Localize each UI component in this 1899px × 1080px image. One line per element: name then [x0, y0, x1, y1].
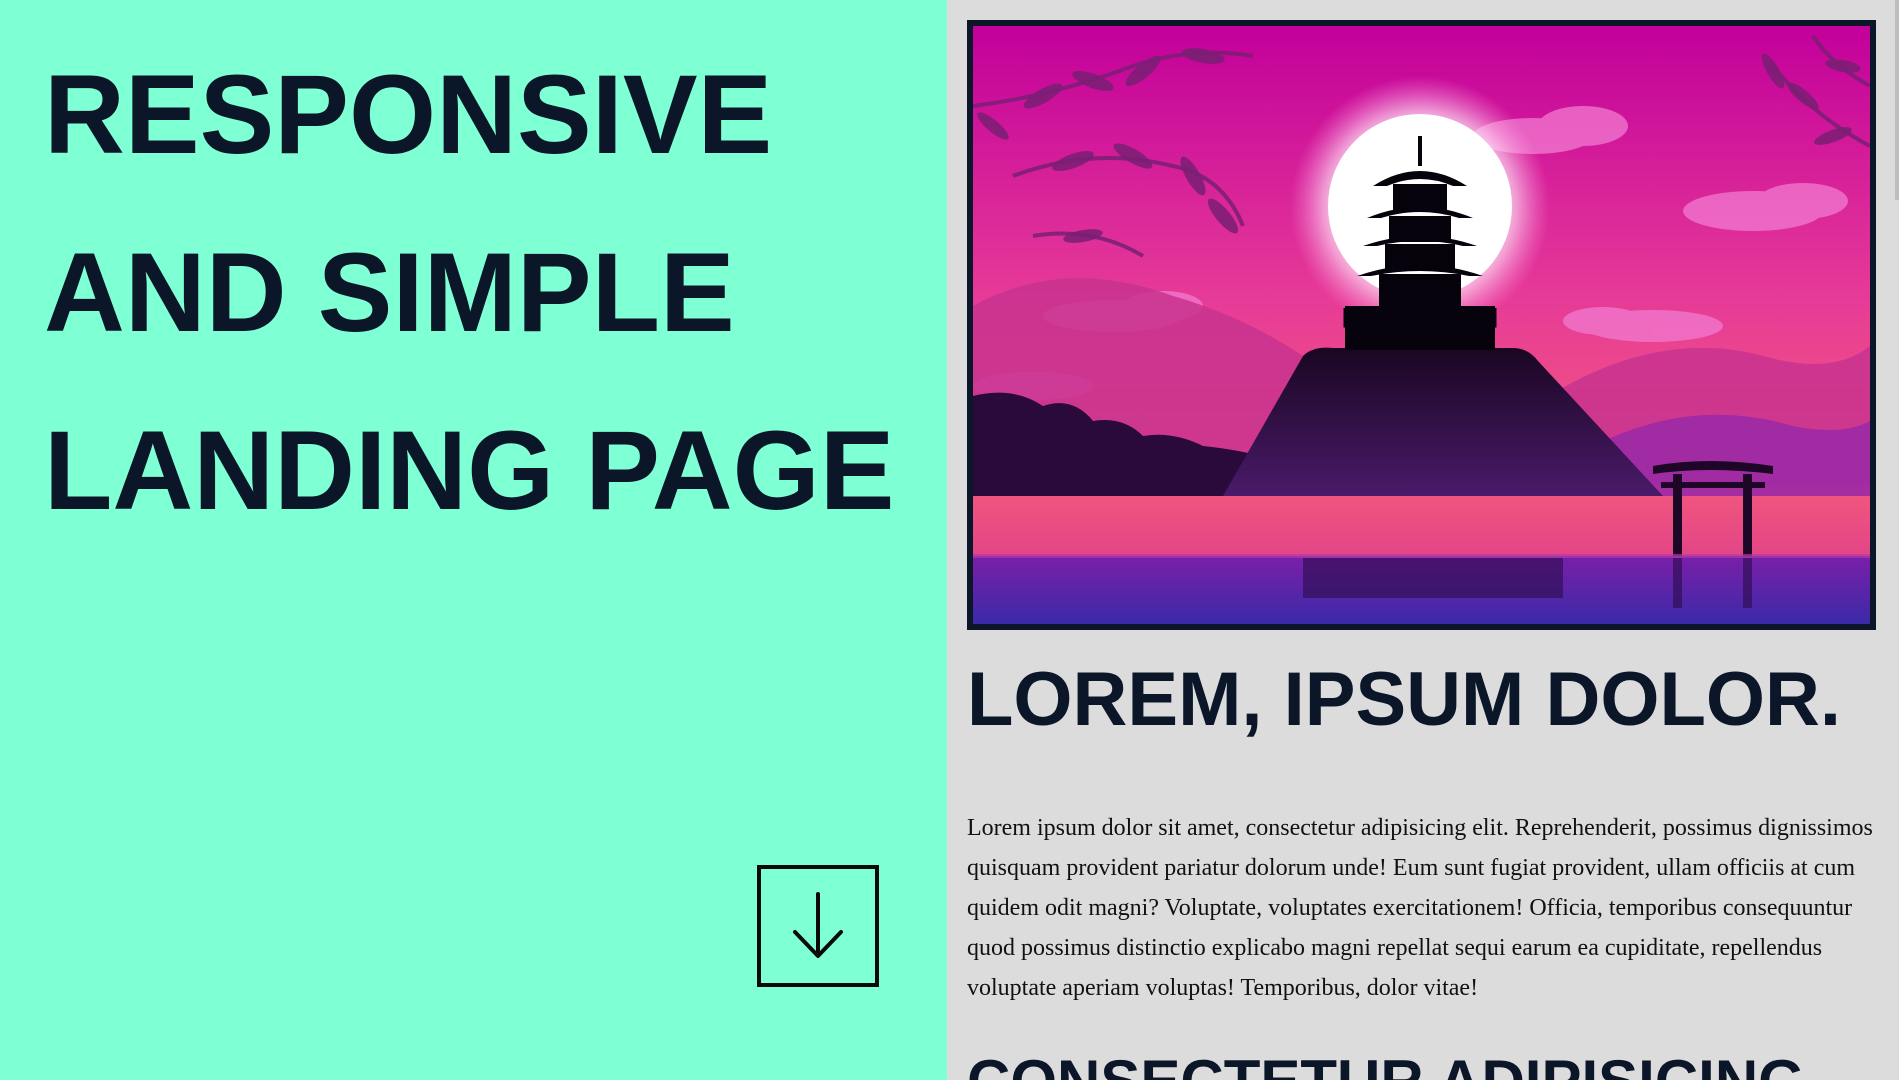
hero-panel: RESPONSIVE AND SIMPLE LANDING PAGE	[0, 0, 947, 1080]
pagoda-sunset-image	[967, 20, 1876, 630]
illustration-svg	[973, 26, 1870, 624]
landing-page: RESPONSIVE AND SIMPLE LANDING PAGE LOREM…	[0, 0, 1899, 1080]
section-heading-2: CONSECTETUR ADIPISICING	[967, 1042, 1805, 1080]
section-paragraph: Lorem ipsum dolor sit amet, consectetur …	[967, 815, 1873, 1001]
section-heading: LOREM, IPSUM DOLOR.	[967, 657, 1841, 742]
arrow-down-icon	[793, 892, 843, 958]
content-panel[interactable]: LOREM, IPSUM DOLOR. Lorem ipsum dolor si…	[947, 0, 1899, 1080]
scroll-down-button[interactable]	[757, 865, 879, 987]
hero-title: RESPONSIVE AND SIMPLE LANDING PAGE	[44, 52, 895, 533]
scrollbar[interactable]	[1895, 0, 1899, 200]
